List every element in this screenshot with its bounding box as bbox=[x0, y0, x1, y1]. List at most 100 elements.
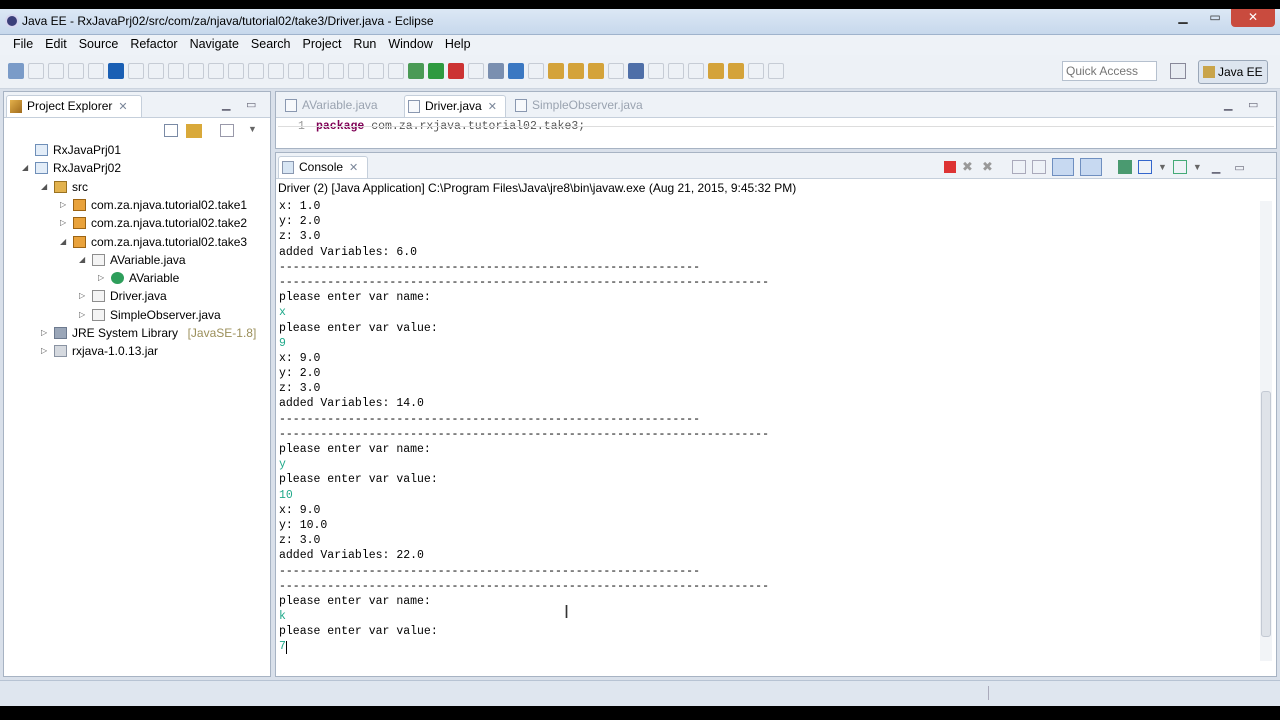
close-button[interactable]: ✕ bbox=[1231, 9, 1275, 27]
terminate-icon[interactable] bbox=[168, 63, 184, 79]
maximize-icon[interactable]: ▭ bbox=[1248, 98, 1258, 111]
server-icon[interactable] bbox=[388, 63, 404, 79]
collapse-all-icon[interactable] bbox=[164, 124, 178, 137]
next-annotation-icon[interactable] bbox=[648, 63, 664, 79]
collapsed-arrow-icon[interactable]: ▷ bbox=[98, 270, 104, 286]
minimize-icon[interactable]: ▁ bbox=[1224, 98, 1232, 111]
collapsed-arrow-icon[interactable]: ▷ bbox=[60, 197, 66, 213]
search-icon[interactable] bbox=[328, 63, 344, 79]
collapsed-arrow-icon[interactable]: ▷ bbox=[41, 325, 47, 341]
remove-all-launches-icon[interactable]: ✖ bbox=[982, 160, 996, 174]
close-icon[interactable]: ✕ bbox=[349, 162, 358, 174]
menu-item-source[interactable]: Source bbox=[73, 35, 125, 55]
minimize-icon[interactable]: ▁ bbox=[222, 98, 230, 111]
show-console-on-stdout-icon[interactable] bbox=[1052, 158, 1074, 176]
open-perspective-icon[interactable] bbox=[1170, 63, 1186, 79]
collapsed-arrow-icon[interactable]: ▷ bbox=[79, 307, 85, 323]
pin-console-icon[interactable] bbox=[1118, 160, 1132, 174]
view-menu-icon[interactable]: ▼ bbox=[248, 124, 257, 138]
back-icon[interactable] bbox=[708, 63, 724, 79]
new-java-project-icon[interactable] bbox=[468, 63, 484, 79]
step-over-icon[interactable] bbox=[228, 63, 244, 79]
new-package-icon[interactable] bbox=[488, 63, 504, 79]
coverage-icon[interactable] bbox=[368, 63, 384, 79]
step-into-icon[interactable] bbox=[208, 63, 224, 79]
quick-access-input[interactable] bbox=[1062, 61, 1157, 81]
maximize-icon[interactable]: ▭ bbox=[246, 98, 256, 111]
collapsed-arrow-icon[interactable]: ▷ bbox=[60, 215, 66, 231]
console-output[interactable]: x: 1.0 y: 2.0 z: 3.0 added Variables: 6.0 --… bbox=[279, 199, 769, 655]
menu-item-file[interactable]: File bbox=[7, 35, 39, 55]
disconnect-icon[interactable] bbox=[188, 63, 204, 79]
forward-icon[interactable] bbox=[728, 63, 744, 79]
open-type-icon[interactable] bbox=[88, 63, 104, 79]
chevron-down-icon[interactable]: ▼ bbox=[1193, 162, 1202, 172]
clear-console-icon[interactable] bbox=[1012, 160, 1026, 174]
display-selected-console-icon[interactable] bbox=[1138, 160, 1152, 174]
menu-item-help[interactable]: Help bbox=[439, 35, 477, 55]
link-editor-icon[interactable] bbox=[186, 124, 202, 138]
run-icon[interactable] bbox=[428, 63, 444, 79]
globe-icon[interactable] bbox=[608, 63, 624, 79]
tab-console[interactable]: Console ✕ bbox=[278, 156, 368, 178]
chevron-down-icon[interactable]: ▼ bbox=[1158, 162, 1167, 172]
drop-to-frame-icon[interactable] bbox=[268, 63, 284, 79]
remove-launch-icon[interactable]: ✖ bbox=[962, 160, 976, 174]
open-folder-icon[interactable] bbox=[548, 63, 564, 79]
open-console-icon[interactable] bbox=[1172, 160, 1187, 174]
save-all-icon[interactable] bbox=[48, 63, 64, 79]
menu-item-refactor[interactable]: Refactor bbox=[124, 35, 183, 55]
maximize-icon[interactable]: ▭ bbox=[1234, 161, 1244, 174]
menu-item-search[interactable]: Search bbox=[245, 35, 297, 55]
suspend-icon[interactable] bbox=[148, 63, 164, 79]
tab-project-explorer[interactable]: Project Explorer ✕ bbox=[6, 95, 142, 117]
menu-item-edit[interactable]: Edit bbox=[39, 35, 73, 55]
console-vertical-scrollbar[interactable] bbox=[1260, 201, 1272, 661]
skip-breakpoints-icon[interactable] bbox=[128, 63, 144, 79]
step-return-icon[interactable] bbox=[248, 63, 264, 79]
close-icon[interactable]: ✕ bbox=[488, 101, 497, 113]
view-filter-icon[interactable] bbox=[220, 124, 234, 137]
menu-item-navigate[interactable]: Navigate bbox=[184, 35, 245, 55]
new-class-icon[interactable] bbox=[508, 63, 524, 79]
save-icon[interactable] bbox=[28, 63, 44, 79]
expanded-arrow-icon[interactable]: ◢ bbox=[22, 160, 28, 176]
tab-driver-java[interactable]: Driver.java ✕ bbox=[404, 95, 506, 117]
menu-item-window[interactable]: Window bbox=[382, 35, 438, 55]
menu-item-project[interactable]: Project bbox=[297, 35, 348, 55]
tab-avariable-java[interactable]: AVariable.java bbox=[282, 95, 400, 117]
expanded-arrow-icon[interactable]: ◢ bbox=[60, 234, 66, 250]
debug-icon[interactable] bbox=[348, 63, 364, 79]
console-horizontal-scrollbar[interactable] bbox=[282, 658, 1246, 668]
open-type-hierarchy-icon[interactable] bbox=[528, 63, 544, 79]
run-last-tool-icon[interactable] bbox=[108, 63, 124, 79]
expanded-arrow-icon[interactable]: ◢ bbox=[79, 252, 85, 268]
scrollbar-thumb[interactable] bbox=[1261, 391, 1271, 637]
previous-annotation-icon[interactable] bbox=[668, 63, 684, 79]
minimize-icon[interactable]: ▁ bbox=[1212, 161, 1220, 174]
web-browser-icon[interactable] bbox=[628, 63, 644, 79]
maximize-button[interactable]: ▭ bbox=[1199, 9, 1231, 27]
debug-run-icon[interactable] bbox=[408, 63, 424, 79]
new-icon[interactable] bbox=[8, 63, 24, 79]
chevron-down-icon[interactable] bbox=[768, 63, 784, 79]
pin-editor-icon[interactable] bbox=[748, 63, 764, 79]
terminate-icon[interactable] bbox=[944, 161, 956, 173]
minimize-button[interactable]: ▁ bbox=[1167, 9, 1199, 27]
use-step-filters-icon[interactable] bbox=[288, 63, 304, 79]
editor-horizontal-scrollbar[interactable] bbox=[278, 126, 1274, 136]
expanded-arrow-icon[interactable]: ◢ bbox=[41, 179, 47, 195]
collapsed-arrow-icon[interactable]: ▷ bbox=[41, 343, 47, 359]
close-icon[interactable]: ✕ bbox=[118, 101, 127, 113]
external-tools-icon[interactable] bbox=[448, 63, 464, 79]
last-edit-icon[interactable] bbox=[688, 63, 704, 79]
print-icon[interactable] bbox=[68, 63, 84, 79]
tab-simpleobserver-java[interactable]: SimpleObserver.java bbox=[512, 95, 652, 117]
show-console-on-stderr-icon[interactable] bbox=[1080, 158, 1102, 176]
annotation-icon[interactable] bbox=[588, 63, 604, 79]
collapsed-arrow-icon[interactable]: ▷ bbox=[79, 288, 85, 304]
perspective-switcher[interactable]: Java EE bbox=[1198, 60, 1268, 84]
scroll-lock-icon[interactable] bbox=[1032, 160, 1046, 174]
menu-item-run[interactable]: Run bbox=[347, 35, 382, 55]
toggle-mark-icon[interactable] bbox=[568, 63, 584, 79]
